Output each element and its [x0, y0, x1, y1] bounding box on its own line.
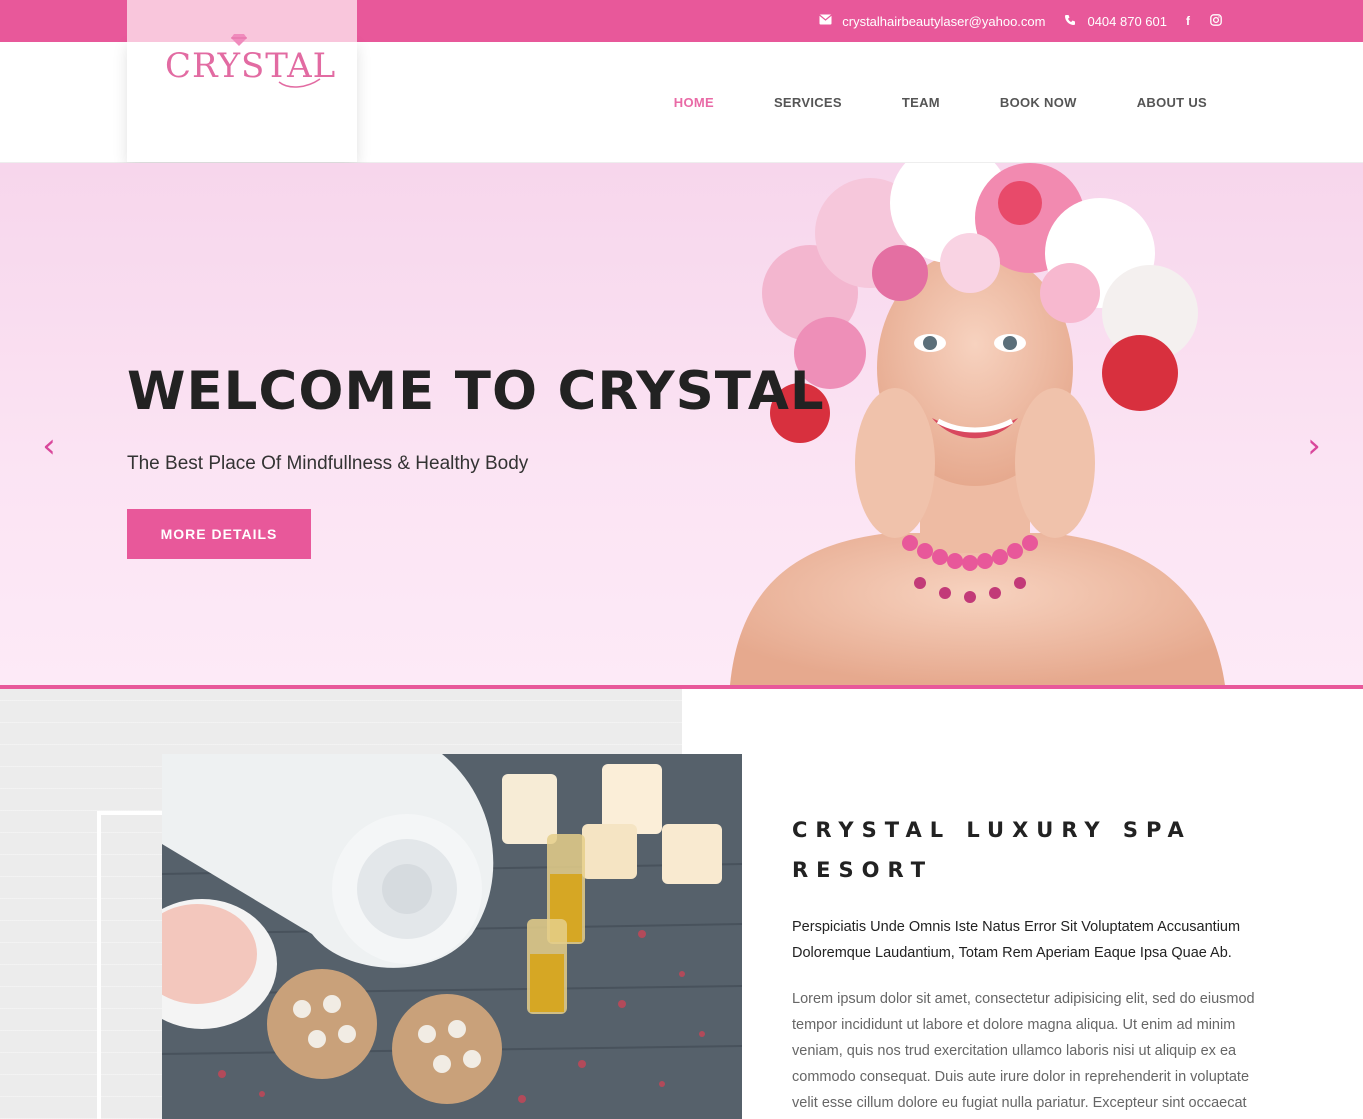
phone-icon [1063, 14, 1077, 28]
main-nav: HOME SERVICES TEAM BOOK NOW ABOUT US [674, 42, 1207, 163]
site-header: CRYSTAL HOME SERVICES TEAM BOOK NOW ABOU… [0, 0, 1363, 163]
hero-subtitle: The Best Place Of Mindfullness & Healthy… [127, 453, 529, 474]
about-body-text: Lorem ipsum dolor sit amet, consectetur … [792, 991, 1255, 1111]
next-slide-button[interactable]: › [1299, 429, 1329, 463]
hero-woman-image [730, 163, 1225, 685]
prev-slide-button[interactable]: ‹ [34, 429, 64, 463]
instagram-icon[interactable] [1209, 14, 1223, 28]
photo-frame-outline [97, 811, 167, 1119]
about-lead-text: Perspiciatis Unde Omnis Iste Natus Error… [792, 919, 1241, 961]
nav-item-services[interactable]: SERVICES [774, 95, 842, 110]
hero-slider: ‹ › WELCOME TO CRYSTAL The Best Place Of… [0, 163, 1363, 685]
email-text[interactable]: crystalhairbeautylaser@yahoo.com [842, 14, 1045, 29]
envelope-icon [818, 14, 832, 28]
nav-item-about-us[interactable]: ABOUT US [1137, 95, 1207, 110]
hero-title: WELCOME TO CRYSTAL [127, 361, 825, 422]
more-details-button[interactable]: MORE DETAILS [127, 509, 311, 559]
spa-photo-image [162, 754, 742, 1119]
nav-item-book-now[interactable]: BOOK NOW [1000, 95, 1077, 110]
nav-item-home[interactable]: HOME [674, 95, 714, 110]
nav-item-team[interactable]: TEAM [902, 95, 940, 110]
email-contact[interactable]: crystalhairbeautylaser@yahoo.com [818, 14, 1045, 29]
phone-text[interactable]: 0404 870 601 [1087, 14, 1167, 29]
about-title: CRYSTAL LUXURY SPA RESORT [792, 818, 1192, 882]
facebook-icon[interactable]: f [1181, 14, 1195, 28]
logo-swash [278, 78, 321, 88]
phone-contact[interactable]: 0404 870 601 [1063, 14, 1167, 29]
logo-card[interactable]: CRYSTAL [127, 0, 357, 162]
diamond-icon [231, 34, 247, 46]
